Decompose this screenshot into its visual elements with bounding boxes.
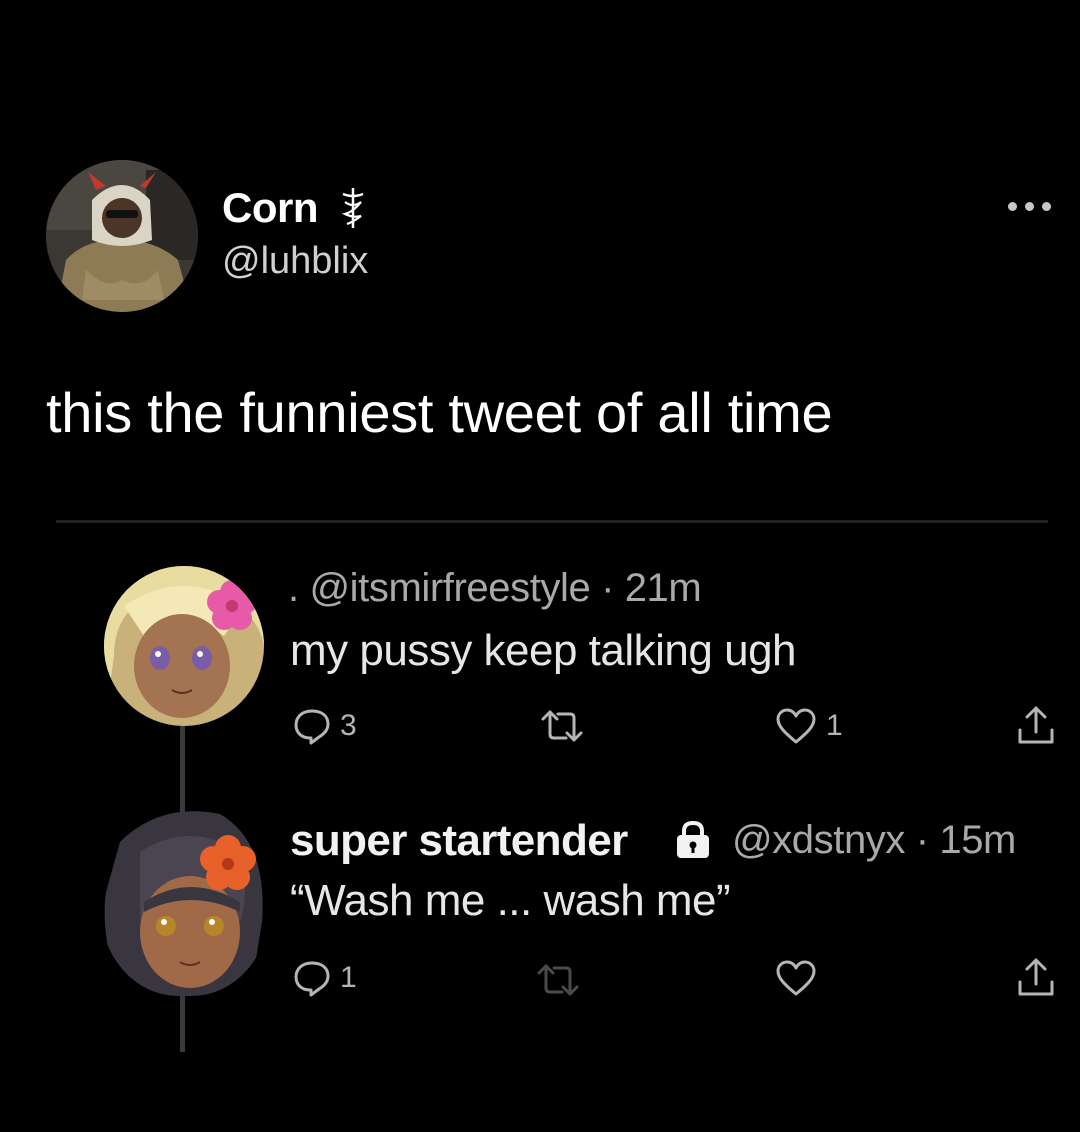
comment-icon	[294, 961, 330, 997]
share-button[interactable]	[1014, 956, 1058, 1000]
reply-handle[interactable]: @itsmirfreestyle	[309, 566, 590, 610]
reply-avatar[interactable]	[104, 566, 264, 726]
reply-button[interactable]: 1	[292, 958, 357, 998]
like-count: 1	[826, 709, 843, 742]
reply-author-name[interactable]: super startender	[290, 816, 628, 866]
ellipsis-icon	[1042, 202, 1051, 211]
reply-count: 3	[340, 709, 357, 742]
reply-timestamp[interactable]: · 21m	[601, 566, 702, 610]
reply-button[interactable]: 3	[292, 706, 357, 746]
author-handle[interactable]: @luhblix	[222, 240, 368, 283]
share-button[interactable]	[1014, 704, 1058, 748]
more-options-button[interactable]	[1006, 196, 1054, 220]
reply-count: 1	[340, 961, 357, 994]
reply-text: “Wash me ... wash me”	[290, 876, 731, 925]
reply-handle[interactable]: @xdstnyx	[732, 818, 905, 862]
retweet-button[interactable]	[538, 706, 586, 746]
share-icon	[1018, 958, 1054, 996]
ellipsis-icon	[1025, 202, 1034, 211]
like-button[interactable]: 1	[774, 706, 843, 746]
reply-text: my pussy keep talking ugh	[290, 626, 797, 675]
like-button[interactable]	[774, 958, 818, 998]
author-avatar[interactable]	[46, 160, 198, 312]
heart-icon	[776, 960, 816, 996]
ellipsis-icon	[1008, 202, 1017, 211]
reply-meta: . @itsmirfreestyle · 21m	[288, 566, 702, 611]
divider	[56, 520, 1048, 523]
author-name[interactable]: Corn	[222, 184, 319, 232]
retweet-button	[534, 960, 582, 1000]
tweet-text: this the funniest tweet of all time	[46, 381, 833, 444]
share-icon	[1018, 706, 1054, 744]
reply-prefix: .	[288, 566, 299, 610]
lock-icon	[672, 820, 714, 860]
heart-icon	[776, 708, 816, 744]
caduceus-icon	[338, 186, 368, 230]
reply-avatar[interactable]	[100, 802, 270, 996]
reply-meta: @xdstnyx · 15m	[732, 818, 1016, 863]
retweet-icon	[541, 710, 583, 742]
reply-timestamp[interactable]: · 15m	[916, 818, 1017, 862]
retweet-icon	[537, 964, 579, 996]
comment-icon	[294, 709, 330, 745]
